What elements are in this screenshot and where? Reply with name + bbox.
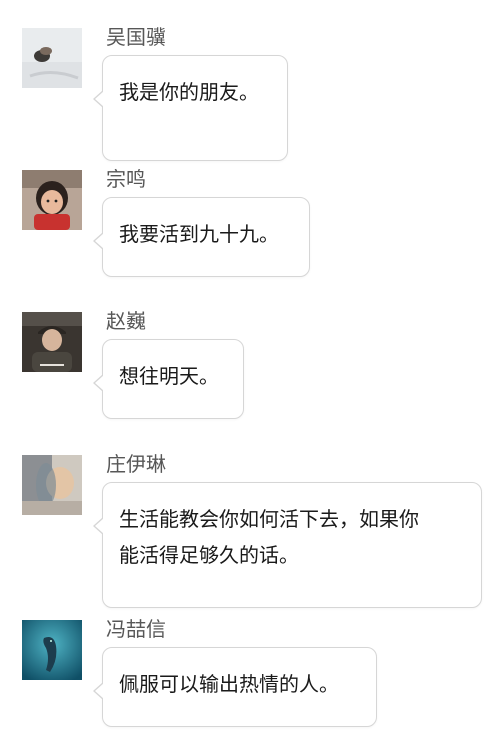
avatar[interactable] (22, 620, 82, 680)
message-bubble[interactable]: 想往明天。 (93, 339, 244, 419)
person-holding-object-avatar-icon (22, 28, 82, 88)
message-bubble[interactable]: 我是你的朋友。 (93, 55, 288, 161)
sender-name: 冯喆信 (106, 617, 166, 641)
sender-name: 吴国骥 (106, 25, 166, 49)
avatar[interactable] (22, 312, 82, 372)
bubble-tail (93, 90, 104, 108)
sender-name: 庄伊琳 (106, 452, 166, 476)
sender-name: 赵巍 (106, 309, 146, 333)
dolphin-avatar-icon (22, 620, 82, 680)
blurred-portrait-avatar-icon (22, 455, 82, 515)
message-bubble[interactable]: 生活能教会你如何活下去，如果你 能活得足够久的话。 (93, 482, 482, 608)
avatar[interactable] (22, 28, 82, 88)
avatar[interactable] (22, 455, 82, 515)
message-text: 佩服可以输出热情的人。 (119, 672, 339, 696)
bubble-tail (93, 682, 104, 700)
child-in-red-avatar-icon (22, 170, 82, 230)
message-text: 我是你的朋友。 (119, 80, 259, 104)
bubble-tail (93, 517, 104, 535)
man-in-cap-avatar-icon (22, 312, 82, 372)
message-bubble[interactable]: 我要活到九十九。 (93, 197, 310, 277)
message-bubble[interactable]: 佩服可以输出热情的人。 (93, 647, 377, 727)
message-text: 生活能教会你如何活下去，如果你 能活得足够久的话。 (119, 507, 419, 567)
sender-name: 宗鸣 (106, 167, 146, 191)
message-text: 想往明天。 (119, 364, 219, 388)
bubble-tail (93, 232, 104, 250)
avatar[interactable] (22, 170, 82, 230)
message-text: 我要活到九十九。 (119, 222, 279, 246)
bubble-tail (93, 374, 104, 392)
